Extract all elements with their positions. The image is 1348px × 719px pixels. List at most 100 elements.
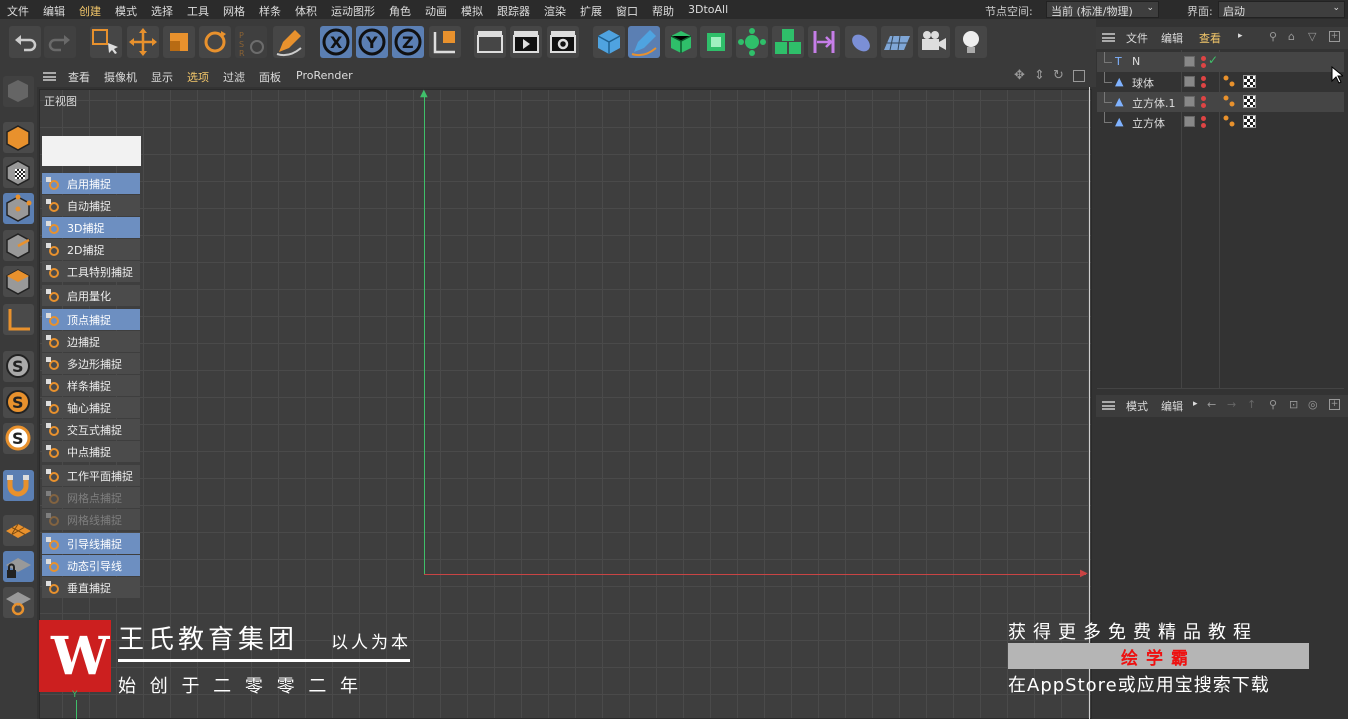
snap-menu-item[interactable]: 网格线捕捉: [42, 509, 140, 530]
material-tag-icon[interactable]: [1243, 95, 1256, 108]
menu-tools[interactable]: 工具: [187, 3, 209, 19]
workplane-button[interactable]: [3, 515, 34, 546]
search-icon[interactable]: ⚲: [1269, 398, 1277, 411]
redo-button[interactable]: [44, 26, 76, 58]
camera-button[interactable]: [918, 26, 950, 58]
phong-tag-icon[interactable]: [1223, 115, 1235, 127]
viewport-menu-options[interactable]: 选项: [187, 69, 209, 85]
light-button[interactable]: [955, 26, 987, 58]
object-name[interactable]: 立方体: [1132, 115, 1165, 131]
extrude-button[interactable]: [700, 26, 732, 58]
new-panel-icon[interactable]: +: [1329, 399, 1340, 410]
enabled-check-icon[interactable]: ✓: [1208, 53, 1218, 67]
polygon-mode-button[interactable]: [3, 266, 34, 297]
phong-tag-icon[interactable]: [1223, 75, 1235, 87]
new-panel-icon[interactable]: +: [1329, 31, 1340, 42]
snap-menu-item[interactable]: 样条捕捉: [42, 375, 140, 396]
chevron-right-icon[interactable]: ▸: [1238, 31, 1243, 41]
layer-checkbox[interactable]: [1184, 116, 1195, 127]
object-row[interactable]: ▲ 球体: [1097, 72, 1344, 92]
menu-window[interactable]: 窗口: [616, 3, 638, 19]
node-space-dropdown[interactable]: 当前 (标准/物理) ⌄: [1046, 1, 1159, 18]
hamburger-icon[interactable]: [1102, 33, 1115, 42]
menu-3dtoall[interactable]: 3DtoAll: [688, 3, 728, 16]
menu-create[interactable]: 创建: [79, 3, 101, 19]
forward-arrow-icon[interactable]: →: [1227, 398, 1236, 411]
mograph-cubes-button[interactable]: [772, 26, 804, 58]
bend-deformer-button[interactable]: [808, 26, 840, 58]
render-view-button[interactable]: [474, 26, 506, 58]
am-menu-mode[interactable]: 模式: [1126, 398, 1148, 414]
menu-help[interactable]: 帮助: [652, 3, 674, 19]
maximize-view-icon[interactable]: [1073, 70, 1085, 82]
live-selection-button[interactable]: [90, 26, 122, 58]
rotate-view-icon[interactable]: ↻: [1053, 68, 1064, 83]
viewport-menu-display[interactable]: 显示: [151, 69, 173, 85]
snap-menu-item[interactable]: 中点捕捉: [42, 441, 140, 462]
snap-menu-item[interactable]: 垂直捕捉: [42, 577, 140, 598]
menu-file[interactable]: 文件: [7, 3, 29, 19]
snap-menu-item[interactable]: 工具特别捕捉: [42, 261, 140, 282]
om-menu-edit[interactable]: 编辑: [1161, 30, 1183, 46]
phong-tag-icon[interactable]: [1223, 95, 1235, 107]
menu-mograph[interactable]: 运动图形: [331, 3, 375, 19]
move-view-icon[interactable]: ⇕: [1034, 68, 1045, 83]
object-name[interactable]: 球体: [1132, 75, 1154, 91]
y-axis-lock-button[interactable]: Y: [356, 26, 388, 58]
snap-menu-item[interactable]: 轴心捕捉: [42, 397, 140, 418]
material-tag-icon[interactable]: [1243, 115, 1256, 128]
snap-menu-item[interactable]: 引导线捕捉: [42, 533, 140, 554]
hamburger-icon[interactable]: [1102, 401, 1115, 410]
menu-simulate[interactable]: 模拟: [461, 3, 483, 19]
z-axis-lock-button[interactable]: Z: [392, 26, 424, 58]
om-menu-view[interactable]: 查看: [1199, 30, 1221, 46]
snap-menu-item[interactable]: 工作平面捕捉: [42, 465, 140, 486]
make-editable-button[interactable]: [3, 76, 34, 107]
enable-axis-button[interactable]: [3, 304, 34, 335]
om-menu-file[interactable]: 文件: [1126, 30, 1148, 46]
object-row[interactable]: ▲ 立方体.1: [1097, 92, 1344, 112]
cube-create-button[interactable]: [593, 26, 625, 58]
menu-mode[interactable]: 模式: [115, 3, 137, 19]
snap-button[interactable]: [3, 470, 34, 501]
solo-off-button[interactable]: S: [3, 351, 34, 382]
snap-menu-item[interactable]: 2D捕捉: [42, 239, 140, 260]
home-icon[interactable]: ⌂: [1288, 30, 1295, 43]
snap-menu-item[interactable]: 交互式捕捉: [42, 419, 140, 440]
editor-visibility-dot[interactable]: [1201, 96, 1206, 101]
solo-single-button[interactable]: S: [3, 387, 34, 418]
render-visibility-dot[interactable]: [1201, 63, 1206, 68]
object-name[interactable]: 立方体.1: [1132, 95, 1176, 111]
snap-menu-item[interactable]: 边捕捉: [42, 331, 140, 352]
point-mode-button[interactable]: [3, 193, 34, 224]
menu-mesh[interactable]: 网格: [223, 3, 245, 19]
menu-render[interactable]: 渲染: [544, 3, 566, 19]
rotate-tool-button[interactable]: [199, 26, 231, 58]
editor-visibility-dot[interactable]: [1201, 116, 1206, 121]
render-visibility-dot[interactable]: [1201, 103, 1206, 108]
lock-workplane-button[interactable]: [3, 551, 34, 582]
x-axis-lock-button[interactable]: X: [320, 26, 352, 58]
interface-dropdown[interactable]: 启动 ⌄: [1218, 1, 1345, 18]
solo-hierarchy-button[interactable]: S: [3, 423, 34, 454]
move-tool-button[interactable]: [127, 26, 159, 58]
snap-menu-item[interactable]: 顶点捕捉: [42, 309, 140, 330]
workplane-align-button[interactable]: [3, 587, 34, 618]
viewport-menu-panel[interactable]: 面板: [259, 69, 281, 85]
render-visibility-dot[interactable]: [1201, 83, 1206, 88]
menu-tracker[interactable]: 跟踪器: [497, 3, 530, 19]
search-icon[interactable]: ⚲: [1269, 30, 1277, 43]
texture-mode-button[interactable]: [3, 157, 34, 188]
filter-icon[interactable]: ▽: [1308, 30, 1316, 43]
snap-menu-item[interactable]: 动态引导线: [42, 555, 140, 576]
edge-mode-button[interactable]: [3, 230, 34, 261]
snap-menu-item[interactable]: 多边形捕捉: [42, 353, 140, 374]
undo-button[interactable]: [9, 26, 41, 58]
layer-checkbox[interactable]: [1184, 96, 1195, 107]
cloner-button[interactable]: [736, 26, 768, 58]
menu-spline[interactable]: 样条: [259, 3, 281, 19]
render-visibility-dot[interactable]: [1201, 123, 1206, 128]
editor-visibility-dot[interactable]: [1201, 76, 1206, 81]
am-menu-edit[interactable]: 编辑: [1161, 398, 1183, 414]
back-arrow-icon[interactable]: ←: [1207, 398, 1216, 411]
